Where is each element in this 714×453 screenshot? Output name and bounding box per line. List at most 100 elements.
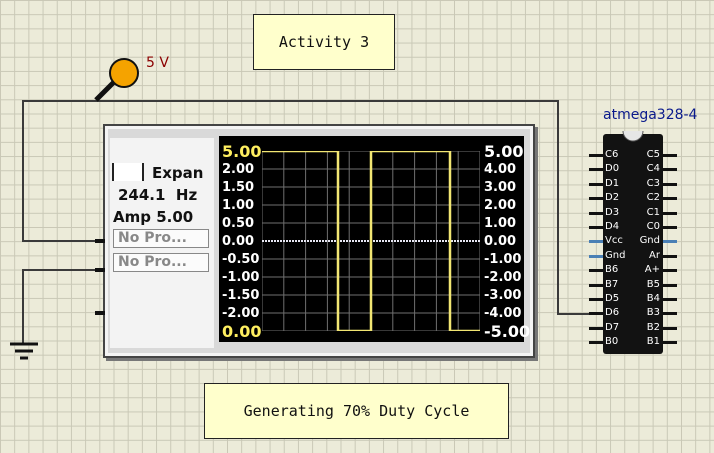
chip-pin-label-right: C0 [646,221,660,232]
chip-pin-label-left: Gnd [605,249,626,261]
chip-pin-label-left: D0 [605,163,620,175]
chip-pin-label-left: D2 [605,192,620,204]
left-tick: 0.00 [222,234,255,249]
chip-pin-right[interactable] [663,269,677,273]
chip-pin-right[interactable] [663,226,677,229]
wire-probe1 [22,240,102,242]
right-tick: 0.00 [484,234,517,249]
chip-title: atmega328-4 [603,107,698,123]
chip-pin-label-right: B4 [646,293,660,304]
chip-pin-label-right: A+ [644,264,660,276]
chip-pin-right[interactable] [663,312,677,316]
chip-pin-right[interactable] [663,168,677,172]
chip-pin-right[interactable] [663,298,677,301]
chip-pin-label-right: C5 [646,149,660,160]
chip-pin-left[interactable] [589,283,603,287]
chip-pin-right[interactable] [663,283,677,287]
scope-pin-2 [95,268,105,272]
chip-pin-label-left: B7 [605,278,619,290]
chip-pin-left[interactable] [589,341,603,345]
chip-pin-label-right: C1 [646,206,660,218]
chip-pin-right[interactable] [663,254,677,258]
amplitude-readout: Amp 5.00 [113,208,194,226]
chip-pin-label-right: Gnd [639,235,660,247]
chip-pin-label-left: B0 [605,336,619,348]
right-tick: -5.00 [484,322,531,341]
chip-pin-right[interactable] [663,197,677,201]
scope-pin-3 [95,311,105,315]
duty-cycle-note[interactable]: Generating 70% Duty Cycle [204,383,509,439]
chip-pin-left[interactable] [589,240,603,244]
left-tick: -1.00 [222,270,260,285]
right-tick: -4.00 [484,306,522,321]
chip-pin-right[interactable] [663,154,677,157]
right-tick: -3.00 [484,288,522,303]
chip-pin-label-left: D4 [605,221,620,232]
right-tick: -1.00 [484,252,522,267]
chip-pin-label-right: B2 [646,321,660,333]
frequency-readout: 244.1 Hz [118,186,198,204]
chip-pin-label-left: D3 [605,206,620,218]
chip-pin-left[interactable] [589,168,603,172]
probe2-selector[interactable]: No Pro... [113,253,209,272]
chip-pin-right[interactable] [663,341,677,345]
chip-pin-label-right: C4 [646,163,660,175]
ground-icon [10,342,38,360]
chip-pin-left[interactable] [589,211,603,215]
chip-pin-right[interactable] [663,326,677,330]
chip-pin-label-left: B6 [605,264,619,276]
right-tick: 2.00 [484,198,517,213]
chip-pin-left[interactable] [589,254,603,258]
chip-pin-right[interactable] [663,182,677,186]
scope-pin-1 [95,239,105,243]
activity-note[interactable]: Activity 3 [253,14,395,70]
chip-pin-label-left: Vcc [605,235,623,247]
source-voltage-label: 5 V [146,55,169,71]
left-tick: 1.50 [222,180,255,195]
chip-pin-label-left: D1 [605,177,620,189]
left-tick: 0.50 [222,216,255,231]
chip-pin-label-left: D5 [605,293,620,304]
chip-pin-label-left: D6 [605,307,620,319]
chip-pin-right[interactable] [663,211,677,215]
right-tick: 3.00 [484,180,517,195]
chip-pin-left[interactable] [589,312,603,316]
expand-label: Expan [152,164,204,182]
chip-pin-label-right: B5 [646,278,660,290]
left-tick: 1.00 [222,198,255,213]
probe1-selector[interactable]: No Pro... [113,229,209,248]
left-tick: 0.00 [222,322,262,341]
chip-pin-label-right: B1 [646,336,660,348]
chip-pin-label-left: D7 [605,321,620,333]
wire-right-vertical [557,100,559,314]
voltage-source-icon[interactable] [90,56,142,106]
left-tick: -0.50 [222,252,260,267]
wire-ground-vertical [22,269,24,345]
waveform-plot [262,151,480,331]
left-tick: -2.00 [222,306,260,321]
chip-pin-label-right: B3 [646,307,660,319]
right-tick: 1.00 [484,216,517,231]
chip-pin-label-right: C2 [646,192,660,204]
chip-pin-left[interactable] [589,226,603,229]
chip-pin-left[interactable] [589,182,603,186]
chip-pin-left[interactable] [589,197,603,201]
left-tick: 2.00 [222,162,255,177]
chip-pin-label-right: C3 [646,177,660,189]
chip-pin-left[interactable] [589,154,603,157]
chip-pin-left[interactable] [589,269,603,273]
chip-notch-icon [622,130,644,142]
wire-left-vertical [22,100,24,241]
chip-pin-right[interactable] [663,240,677,244]
right-tick: 4.00 [484,162,517,177]
chip-pin-label-left: C6 [605,149,619,160]
chip-pin-left[interactable] [589,298,603,301]
waveform-trace [262,151,480,331]
left-tick: -1.50 [222,288,260,303]
right-tick: -2.00 [484,270,522,285]
right-tick: 5.00 [484,142,524,161]
expand-checkbox[interactable] [112,163,144,181]
wire-ground-horizontal [22,269,102,271]
left-tick: 5.00 [222,142,262,161]
chip-pin-left[interactable] [589,326,603,330]
